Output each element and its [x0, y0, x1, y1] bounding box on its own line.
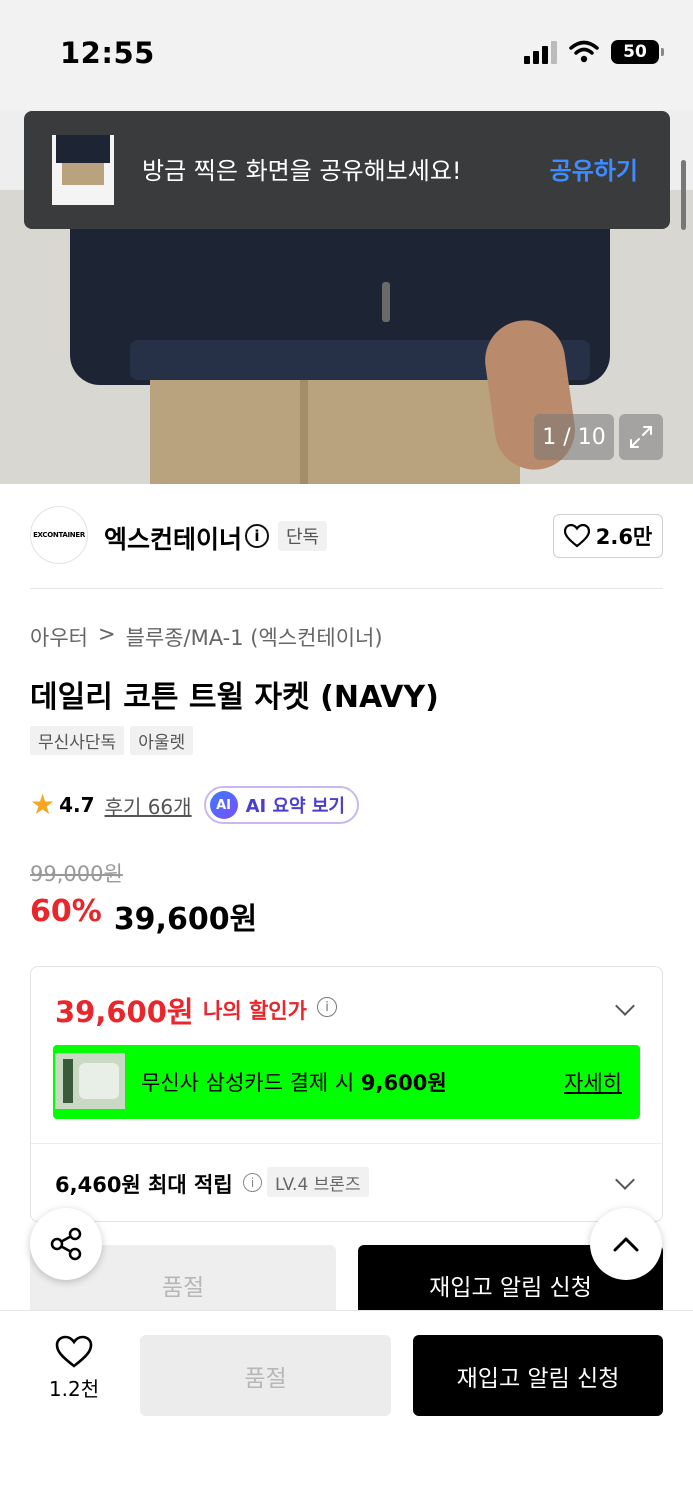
status-icons: 50	[524, 40, 664, 64]
breadcrumb-category[interactable]: 아우터	[30, 622, 88, 652]
promo-text: 무신사 삼성카드 결제 시 9,600원	[141, 1071, 447, 1095]
share-icon	[50, 1227, 82, 1261]
brand-like-button[interactable]: 2.6만	[553, 514, 663, 558]
expand-icon	[630, 426, 652, 448]
points-text: 6,460원 최대 적립	[55, 1173, 233, 1197]
my-discount-price: 39,600원	[55, 995, 194, 1029]
rating-row: ★ 4.7 후기 66개 AI AI 요약 보기	[30, 786, 359, 824]
reviews-link[interactable]: 후기 66개	[105, 791, 192, 820]
tag: 무신사단독	[30, 726, 125, 755]
heart-icon	[563, 524, 590, 548]
heart-icon	[55, 1335, 93, 1368]
my-discount-label: 나의 할인가	[203, 999, 307, 1023]
product-tags: 무신사단독 아울렛	[30, 726, 194, 755]
original-price: 99,000원	[30, 862, 123, 886]
discount-info-icon[interactable]: i	[317, 997, 337, 1017]
wifi-icon	[569, 40, 599, 63]
ai-summary-button[interactable]: AI AI 요약 보기	[203, 786, 359, 824]
share-toast: 방금 찍은 화면을 공유해보세요! 공유하기	[24, 111, 670, 229]
brand-like-count: 2.6만	[595, 525, 653, 549]
promo-amount: 9,600원	[360, 1071, 447, 1095]
breadcrumb-subcategory[interactable]: 블루종/MA-1 (엑스컨테이너)	[126, 622, 383, 652]
screenshot-thumbnail	[52, 135, 114, 205]
ai-icon: AI	[209, 791, 238, 819]
member-level-badge: LV.4 브론즈	[267, 1167, 369, 1197]
wishlist-count: 1.2천	[48, 1377, 100, 1401]
chevron-down-icon[interactable]	[615, 1170, 635, 1190]
status-bar: 12:55 50	[0, 0, 693, 110]
card-promo-banner[interactable]: 무신사 삼성카드 결제 시 9,600원 자세히	[53, 1045, 640, 1119]
image-counter: 1 / 10	[534, 414, 614, 460]
sale-price: 39,600원	[113, 902, 258, 937]
chevron-down-icon[interactable]	[615, 996, 635, 1016]
bottom-action-bar: 1.2천 품절 재입고 알림 신청	[0, 1310, 693, 1500]
points-info-icon[interactable]: i	[243, 1173, 262, 1192]
ai-summary-label: AI 요약 보기	[245, 796, 345, 817]
chevron-up-icon	[613, 1237, 639, 1252]
toast-share-button[interactable]: 공유하기	[550, 151, 638, 186]
restock-alert-button[interactable]: 재입고 알림 신청	[413, 1335, 663, 1416]
tag: 아울렛	[130, 726, 194, 755]
benefit-card: 39,600원 나의 할인가 i 무신사 삼성카드 결제 시 9,600원 자세…	[30, 966, 663, 1222]
breadcrumb: 아우터 > 블루종/MA-1 (엑스컨테이너)	[30, 622, 383, 652]
sale-price-row: 60% 39,600원	[30, 894, 257, 938]
battery-icon: 50	[611, 40, 664, 64]
brand-logo[interactable]: EXCONTAINER	[30, 506, 88, 564]
product-title: 데일리 코튼 트윌 자켓 (NAVY)	[30, 680, 439, 715]
star-icon: ★	[30, 788, 56, 821]
brand-badge: 단독	[278, 521, 328, 551]
cellular-signal-icon	[524, 40, 557, 64]
status-time: 12:55	[60, 36, 155, 70]
scroll-indicator	[681, 160, 686, 230]
brand-name[interactable]: 엑스컨테이너	[104, 520, 242, 556]
soldout-button: 품절	[140, 1335, 391, 1416]
divider	[30, 588, 663, 589]
promo-thumbnail	[55, 1053, 125, 1109]
card-divider	[31, 1143, 661, 1144]
rating-value: 4.7	[59, 793, 95, 817]
brand-info-icon[interactable]: i	[245, 524, 269, 548]
promo-details-link[interactable]: 자세히	[564, 1067, 622, 1097]
share-button[interactable]	[30, 1208, 102, 1280]
discount-rate: 60%	[30, 894, 102, 929]
expand-button[interactable]	[619, 414, 663, 460]
toast-message: 방금 찍은 화면을 공유해보세요!	[142, 157, 462, 185]
scroll-top-button[interactable]	[590, 1208, 662, 1280]
breadcrumb-separator: >	[97, 622, 116, 646]
wishlist-button[interactable]: 1.2천	[36, 1335, 112, 1402]
